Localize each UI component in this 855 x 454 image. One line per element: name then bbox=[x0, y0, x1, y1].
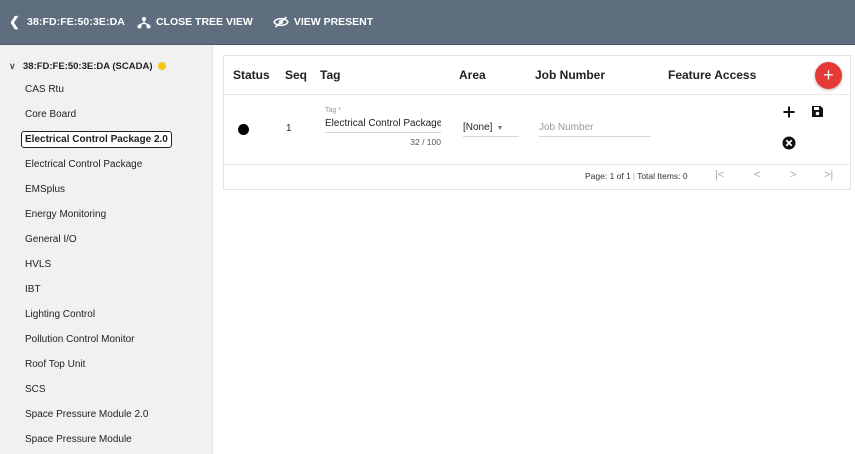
pagination-bar: Page: 1 of 1 | Total Items: 0 |< < > >| bbox=[224, 163, 850, 189]
column-header-tag[interactable]: Tag bbox=[320, 68, 340, 82]
tree-item[interactable]: Electrical Control Package bbox=[0, 152, 212, 177]
next-page-button[interactable]: > bbox=[790, 169, 796, 181]
column-header-seq[interactable]: Seq bbox=[285, 68, 307, 82]
device-id: 38:FD:FE:50:3E:DA bbox=[27, 16, 125, 28]
job-number-input[interactable]: Job Number bbox=[539, 122, 651, 137]
seq-value: 1 bbox=[286, 123, 292, 134]
view-present-button[interactable]: VIEW PRESENT bbox=[272, 16, 374, 28]
last-page-button[interactable]: >| bbox=[824, 169, 833, 181]
tree-item[interactable]: Pollution Control Monitor bbox=[0, 327, 212, 352]
pagination-info: Page: 1 of 1 | Total Items: 0 bbox=[585, 171, 688, 181]
tree-item-label: EMSplus bbox=[25, 184, 66, 195]
caret-down-icon: ▼ bbox=[496, 125, 504, 132]
tree-item[interactable]: Core Board bbox=[0, 102, 212, 127]
column-header-job-number[interactable]: Job Number bbox=[535, 68, 605, 82]
tree-item-selected[interactable]: Electrical Control Package 2.0 bbox=[0, 127, 212, 152]
tag-char-counter: 32 / 100 bbox=[410, 137, 441, 147]
tree-item-label: Energy Monitoring bbox=[25, 209, 107, 220]
tree-item[interactable]: Roof Top Unit bbox=[0, 352, 212, 377]
tag-input[interactable]: Electrical Control Package 2.0 bbox=[325, 118, 441, 133]
tree-item[interactable]: IBT bbox=[0, 277, 212, 302]
tree-item[interactable]: Space Pressure Module bbox=[0, 427, 212, 452]
tree-item[interactable]: General I/O bbox=[0, 227, 212, 252]
prev-page-button[interactable]: < bbox=[754, 169, 760, 181]
tree-item[interactable]: CAS Rtu bbox=[0, 77, 212, 102]
tree-item-label: SCS bbox=[25, 384, 46, 395]
table-row: 1 Tag * Electrical Control Package 2.0 3… bbox=[224, 95, 850, 165]
top-bar: ❮ 38:FD:FE:50:3E:DA CLOSE TREE VIEW VIEW… bbox=[0, 0, 855, 45]
tree-item[interactable]: Space Pressure Module 2.0 bbox=[0, 402, 212, 427]
status-dot-icon bbox=[157, 62, 166, 70]
add-row-button[interactable]: + bbox=[815, 62, 842, 89]
tree-root-label: 38:FD:FE:50:3E:DA (SCADA) bbox=[23, 60, 153, 72]
tree-item[interactable]: HVLS bbox=[0, 252, 212, 277]
tree-item-label: IBT bbox=[25, 284, 41, 295]
feature-table: Status Seq Tag Area Job Number Feature A… bbox=[223, 55, 851, 190]
tree-item-label: Lighting Control bbox=[25, 309, 96, 320]
eye-off-icon bbox=[272, 16, 289, 28]
tree-item[interactable]: Energy Monitoring bbox=[0, 202, 212, 227]
area-select[interactable]: [None] ▼ bbox=[463, 122, 519, 137]
tag-field-label: Tag * bbox=[325, 107, 341, 114]
tag-field[interactable]: Tag * Electrical Control Package 2.0 32 … bbox=[325, 107, 441, 147]
save-icon[interactable] bbox=[811, 105, 824, 123]
column-header-feature-access[interactable]: Feature Access bbox=[668, 68, 756, 82]
tree-icon bbox=[137, 16, 151, 28]
tree-item-label: General I/O bbox=[25, 234, 77, 245]
first-page-button[interactable]: |< bbox=[715, 169, 724, 181]
chevron-down-icon[interactable]: ∨ bbox=[9, 61, 23, 72]
area-select-value: [None] bbox=[463, 122, 493, 133]
tree-item-label: Space Pressure Module 2.0 bbox=[25, 409, 149, 420]
tree-item[interactable]: SCS bbox=[0, 377, 212, 402]
view-present-label: VIEW PRESENT bbox=[293, 16, 374, 28]
tree-item[interactable]: EMSplus bbox=[0, 177, 212, 202]
tree-item-label: Space Pressure Module bbox=[25, 434, 132, 445]
tree-children: CAS Rtu Core Board Electrical Control Pa… bbox=[0, 77, 212, 452]
tree-item-label: Electrical Control Package 2.0 bbox=[21, 131, 172, 148]
add-icon[interactable] bbox=[783, 105, 795, 123]
tree-item-label: Electrical Control Package bbox=[25, 159, 143, 170]
delete-icon[interactable] bbox=[782, 136, 796, 155]
table-header: Status Seq Tag Area Job Number Feature A… bbox=[224, 56, 850, 95]
close-tree-view-label: CLOSE TREE VIEW bbox=[155, 16, 253, 28]
total-items-text: Total Items: 0 bbox=[637, 171, 688, 181]
tree-root-node[interactable]: ∨ 38:FD:FE:50:3E:DA (SCADA) bbox=[0, 56, 212, 76]
column-header-status[interactable]: Status bbox=[233, 68, 270, 82]
status-indicator bbox=[238, 124, 249, 135]
device-tree-sidebar: ∨ 38:FD:FE:50:3E:DA (SCADA) CAS Rtu Core… bbox=[0, 45, 213, 454]
tree-item-label: Core Board bbox=[25, 109, 77, 120]
chevron-left-icon[interactable]: ❮ bbox=[9, 14, 27, 30]
column-header-area[interactable]: Area bbox=[459, 68, 486, 82]
page-text: Page: 1 of 1 bbox=[585, 171, 631, 181]
tree-item-label: CAS Rtu bbox=[25, 84, 64, 95]
tree-item[interactable]: Lighting Control bbox=[0, 302, 212, 327]
tree-item-label: Roof Top Unit bbox=[25, 359, 86, 370]
tree-item-label: Pollution Control Monitor bbox=[25, 334, 135, 345]
close-tree-view-button[interactable]: CLOSE TREE VIEW bbox=[137, 16, 253, 29]
tree-item-label: HVLS bbox=[25, 259, 52, 270]
